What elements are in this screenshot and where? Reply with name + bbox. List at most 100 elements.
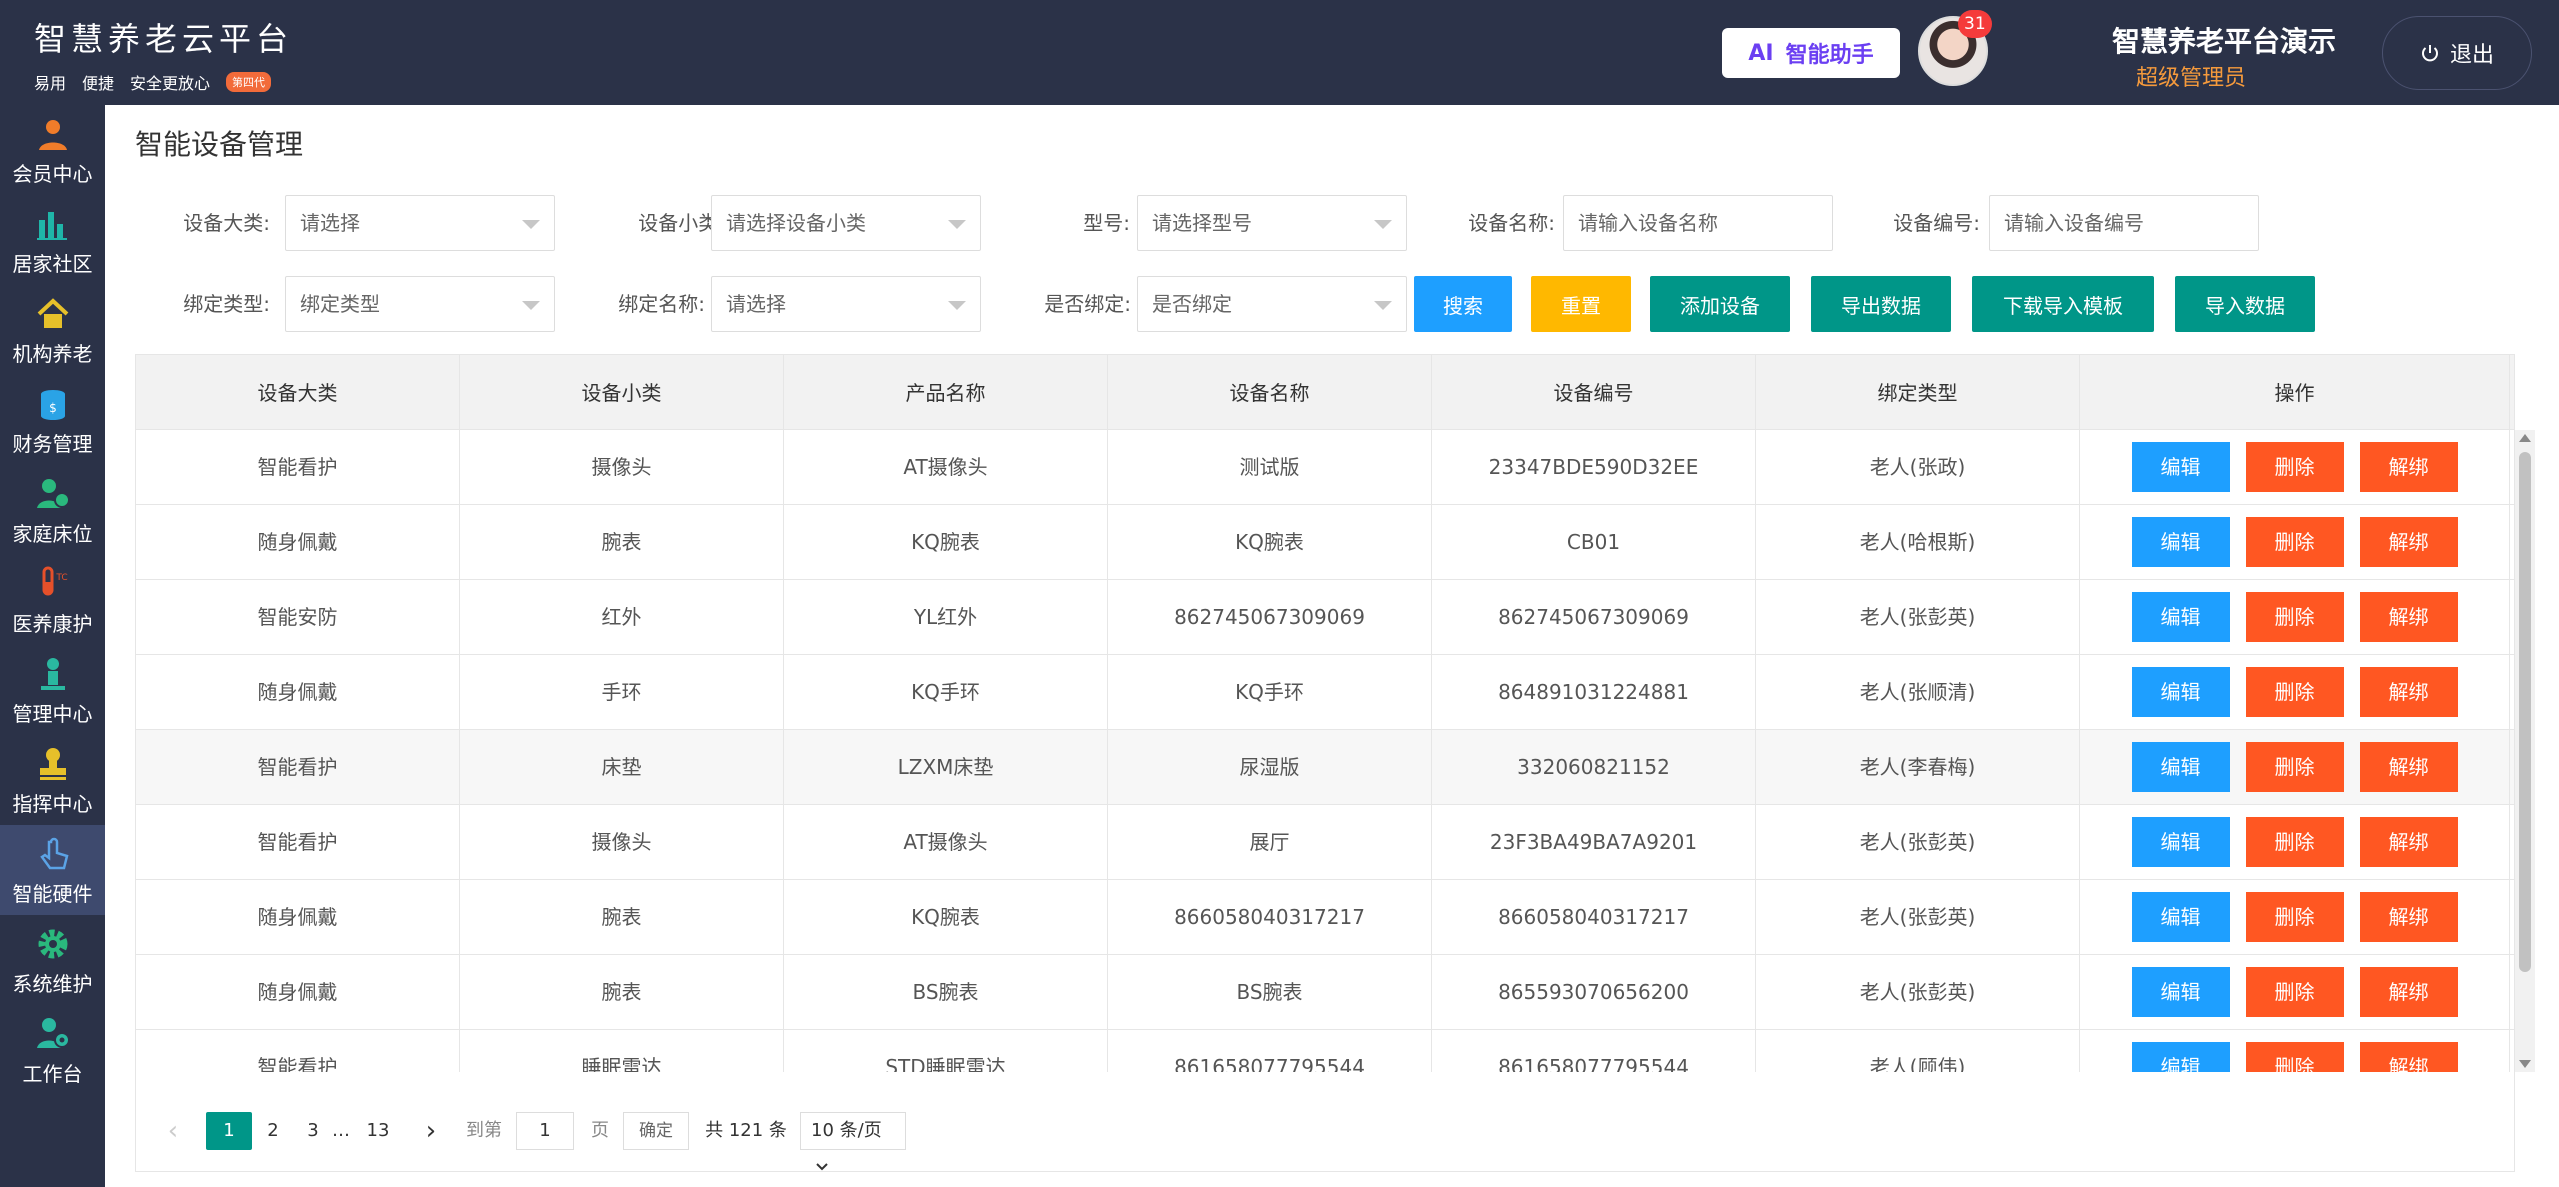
sidebar-item-11[interactable]: 工作台 — [0, 1005, 105, 1095]
delete-button[interactable]: 删除 — [2245, 967, 2344, 1017]
table-row[interactable]: 随身佩戴 手环 KQ手环 KQ手环 864891031224881 老人(张顺清) 编辑 删除… — [136, 655, 2514, 730]
edit-button[interactable]: 编辑 — [2131, 742, 2230, 792]
column-header[interactable]: 设备大类 — [136, 355, 460, 431]
edit-button[interactable]: 编辑 — [2131, 517, 2230, 567]
unbind-button[interactable]: 解绑 — [2359, 817, 2458, 867]
table-row[interactable]: 智能看护 睡眠雷达 STD睡眠雷达 861658077795544 8616580777… — [136, 1030, 2514, 1072]
export-data-button[interactable]: 导出数据 — [1811, 276, 1951, 332]
bar-chart-icon — [33, 204, 73, 244]
unbind-button[interactable]: 解绑 — [2359, 967, 2458, 1017]
table-cell: KQ手环 — [784, 655, 1108, 729]
sidebar-item-9[interactable]: 智能硬件 — [0, 825, 105, 915]
sidebar-item-label: 指挥中心 — [12, 791, 93, 816]
table-cell: 腕表 — [460, 505, 784, 579]
model-label: 型号: — [1083, 211, 1130, 235]
download-template-button[interactable]: 下载导入模板 — [1972, 276, 2154, 332]
delete-button[interactable]: 删除 — [2245, 442, 2344, 492]
page-last[interactable]: 13 — [358, 1112, 398, 1150]
column-header[interactable]: 设备小类 — [460, 355, 784, 431]
search-button[interactable]: 搜索 — [1414, 276, 1512, 332]
delete-button[interactable]: 删除 — [2245, 517, 2344, 567]
delete-button[interactable]: 删除 — [2245, 892, 2344, 942]
table-cell: 随身佩戴 — [136, 505, 460, 579]
delete-button[interactable]: 删除 — [2245, 667, 2344, 717]
page-1[interactable]: 1 — [206, 1112, 252, 1150]
sidebar-item-5[interactable]: 家庭床位 — [0, 465, 105, 555]
column-header[interactable]: 设备名称 — [1108, 355, 1432, 431]
table-row[interactable]: 随身佩戴 腕表 KQ腕表 866058040317217 866058040317217… — [136, 880, 2514, 955]
edit-button[interactable]: 编辑 — [2131, 592, 2230, 642]
home-icon — [33, 294, 73, 334]
page-unit-label: 页 — [591, 1120, 609, 1141]
user-name: 智慧养老平台演示 — [2112, 25, 2337, 58]
row-actions: 编辑 删除 解绑 — [2080, 505, 2510, 579]
scroll-thumb[interactable] — [2519, 452, 2531, 972]
subcategory-select[interactable]: 请选择设备小类 — [711, 195, 981, 251]
add-device-button[interactable]: 添加设备 — [1650, 276, 1790, 332]
logout-button[interactable]: 退出 — [2382, 16, 2532, 90]
table-cell: BS腕表 — [784, 955, 1108, 1029]
table-row[interactable]: 智能看护 摄像头 AT摄像头 展厅 23F3BA49BA7A9201 老人(张彭英) 编辑删… — [136, 805, 2514, 880]
unbind-button[interactable]: 解绑 — [2359, 517, 2458, 567]
edit-button[interactable]: 编辑 — [2131, 667, 2230, 717]
column-header[interactable]: 产品名称 — [784, 355, 1108, 431]
unbind-button[interactable]: 解绑 — [2359, 1042, 2458, 1072]
unbind-button[interactable]: 解绑 — [2359, 742, 2458, 792]
device-name-input[interactable]: 请输入设备名称 — [1563, 195, 1833, 251]
page-size-select[interactable]: 10 条/页 — [800, 1112, 906, 1171]
unbind-button[interactable]: 解绑 — [2359, 667, 2458, 717]
table-scrollbar[interactable] — [2515, 430, 2535, 1072]
delete-button[interactable]: 删除 — [2245, 742, 2344, 792]
sidebar-item-6[interactable]: TC 医养康护 — [0, 555, 105, 645]
edit-button[interactable]: 编辑 — [2131, 967, 2230, 1017]
sidebar-item-10[interactable]: 系统维护 — [0, 915, 105, 1005]
sidebar-item-1[interactable]: 会员中心 — [0, 105, 105, 195]
table-cell: BS腕表 — [1108, 955, 1432, 1029]
scroll-up-icon[interactable] — [2519, 434, 2531, 442]
goto-confirm-button[interactable]: 确定 — [623, 1112, 689, 1150]
unbind-button[interactable]: 解绑 — [2359, 592, 2458, 642]
delete-button[interactable]: 删除 — [2245, 592, 2344, 642]
sidebar-item-7[interactable]: 管理中心 — [0, 645, 105, 735]
column-header[interactable]: 操作 — [2080, 355, 2510, 431]
unbind-button[interactable]: 解绑 — [2359, 442, 2458, 492]
prev-page-icon[interactable]: ‹ — [158, 1112, 188, 1150]
logout-label: 退出 — [2449, 43, 2494, 68]
coin-stack-icon: $ — [33, 384, 73, 424]
device-code-input[interactable]: 请输入设备编号 — [1989, 195, 2259, 251]
unbind-button[interactable]: 解绑 — [2359, 892, 2458, 942]
goto-page-input[interactable]: 1 — [516, 1112, 574, 1150]
bind-type-select[interactable]: 绑定类型 — [285, 276, 555, 332]
sidebar-item-8[interactable]: 指挥中心 — [0, 735, 105, 825]
bind-name-select[interactable]: 请选择 — [711, 276, 981, 332]
edit-button[interactable]: 编辑 — [2131, 1042, 2230, 1072]
next-page-icon[interactable]: › — [416, 1112, 446, 1150]
sidebar-item-4[interactable]: $ 财务管理 — [0, 375, 105, 465]
reset-button[interactable]: 重置 — [1531, 276, 1631, 332]
table-row[interactable]: 智能看护 摄像头 AT摄像头 测试版 23347BDE590D32EE 老人(张政) 编辑删… — [136, 430, 2514, 505]
scroll-down-icon[interactable] — [2519, 1060, 2531, 1068]
column-header[interactable]: 设备编号 — [1432, 355, 1756, 431]
table-row[interactable]: 智能看护 床垫 LZXM床垫 尿湿版 332060821152 老人(李春梅) 编辑 删除 解绑 — [136, 730, 2514, 805]
sidebar-item-3[interactable]: 机构养老 — [0, 285, 105, 375]
delete-button[interactable]: 删除 — [2245, 1042, 2344, 1072]
import-data-button[interactable]: 导入数据 — [2175, 276, 2315, 332]
category-select[interactable]: 请选择 — [285, 195, 555, 251]
edit-button[interactable]: 编辑 — [2131, 892, 2230, 942]
sidebar-item-2[interactable]: 居家社区 — [0, 195, 105, 285]
table-cell: 861658077795544 — [1108, 1030, 1432, 1072]
table-row[interactable]: 随身佩戴 腕表 KQ腕表 KQ腕表 CB01 老人(哈根斯) 编辑 删除 解绑 — [136, 505, 2514, 580]
table-row[interactable]: 智能安防 红外 YL红外 862745067309069 862745067309069… — [136, 580, 2514, 655]
is-bound-select[interactable]: 是否绑定 — [1137, 276, 1407, 332]
svg-text:$: $ — [49, 401, 57, 415]
chevron-down-icon — [1374, 301, 1392, 310]
page-3[interactable]: 3 — [298, 1112, 328, 1150]
delete-button[interactable]: 删除 — [2245, 817, 2344, 867]
ai-assistant-button[interactable]: AI 智能助手 — [1722, 28, 1900, 78]
table-row[interactable]: 随身佩戴 腕表 BS腕表 BS腕表 865593070656200 老人(张彭英) 编辑 删除… — [136, 955, 2514, 1030]
column-header[interactable]: 绑定类型 — [1756, 355, 2080, 431]
bind-name-label: 绑定名称: — [618, 292, 705, 316]
edit-button[interactable]: 编辑 — [2131, 817, 2230, 867]
page-2[interactable]: 2 — [258, 1112, 288, 1150]
edit-button[interactable]: 编辑 — [2131, 442, 2230, 492]
